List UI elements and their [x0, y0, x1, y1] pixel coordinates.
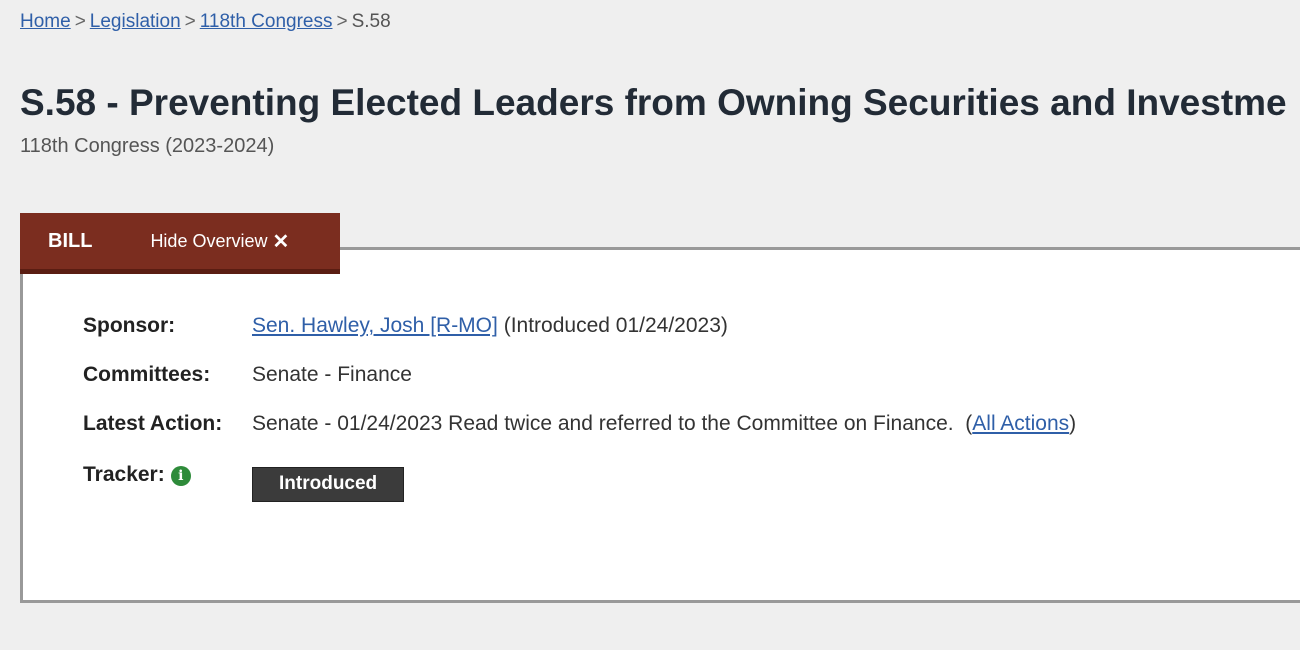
- latest-action-value: Senate - 01/24/2023 Read twice and refer…: [252, 412, 1077, 435]
- breadcrumb-separator: >: [74, 11, 86, 32]
- status-badge: Introduced: [252, 467, 405, 502]
- breadcrumb-link-congress[interactable]: 118th Congress: [200, 11, 333, 32]
- tracker-label-text: Tracker:: [83, 463, 165, 486]
- latest-action-label: Latest Action:: [83, 412, 223, 435]
- hide-overview-label: Hide Overview: [150, 230, 268, 251]
- sponsor-introduced-date: (Introduced 01/24/2023): [503, 314, 728, 337]
- latest-action-text: Senate - 01/24/2023 Read twice and refer…: [252, 412, 954, 435]
- congress-subtitle: 118th Congress (2023-2024): [20, 135, 275, 157]
- breadcrumb-link-home[interactable]: Home: [20, 11, 71, 32]
- bill-tab-bar: BILL Hide Overview ✕: [20, 213, 340, 274]
- sponsor-row: Sponsor: Sen. Hawley, Josh [R-MO] (Intro…: [83, 314, 728, 338]
- tab-bill[interactable]: BILL: [48, 230, 92, 253]
- overview-panel: Sponsor: Sen. Hawley, Josh [R-MO] (Intro…: [20, 247, 1300, 603]
- hide-overview-button[interactable]: Hide Overview ✕: [150, 229, 289, 254]
- breadcrumb-link-legislation[interactable]: Legislation: [90, 11, 181, 32]
- sponsor-link[interactable]: Sen. Hawley, Josh [R-MO]: [252, 314, 498, 337]
- tracker-label: Tracker: i: [83, 463, 191, 487]
- sponsor-label: Sponsor:: [83, 314, 176, 337]
- breadcrumb-current: S.58: [351, 11, 391, 32]
- breadcrumb: Home > Legislation >118th Congress > S.58: [20, 11, 391, 33]
- page-title: S.58 - Preventing Elected Leaders from O…: [20, 82, 1287, 123]
- all-actions-link[interactable]: All Actions: [972, 412, 1069, 435]
- sponsor-value: Sen. Hawley, Josh [R-MO] (Introduced 01/…: [252, 314, 728, 338]
- committees-value: Senate - Finance: [252, 363, 412, 386]
- tracker-row: Tracker: i Introduced: [83, 463, 405, 502]
- breadcrumb-separator: >: [184, 11, 196, 32]
- close-icon: ✕: [272, 230, 290, 253]
- committees-row: Committees: Senate - Finance: [83, 363, 412, 387]
- committees-label: Committees:: [83, 363, 211, 386]
- latest-action-row: Latest Action: Senate - 01/24/2023 Read …: [83, 412, 1076, 436]
- breadcrumb-separator: >: [336, 11, 348, 32]
- tracker-value: Introduced: [252, 467, 405, 502]
- info-icon[interactable]: i: [170, 466, 191, 486]
